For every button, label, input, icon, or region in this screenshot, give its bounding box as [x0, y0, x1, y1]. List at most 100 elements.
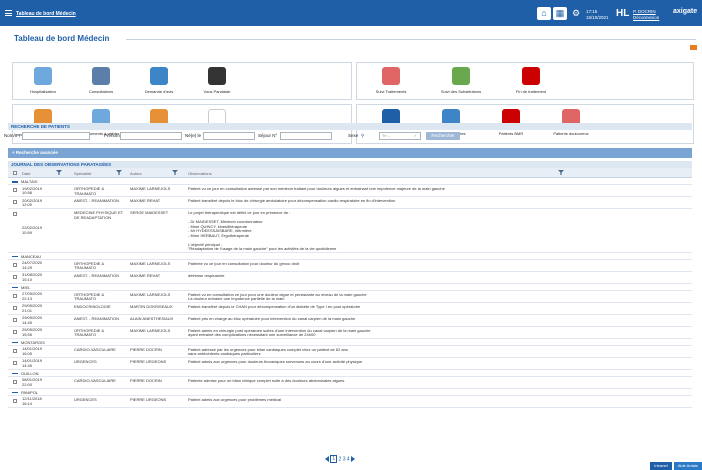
patient-group[interactable]: MIEL: [8, 284, 692, 291]
home-icon[interactable]: ⌂: [537, 7, 551, 20]
filter-observations-icon[interactable]: [558, 170, 564, 175]
collapse-icon[interactable]: [12, 372, 18, 375]
cell-observation: Patient transféré depuis le CHAN pour dé…: [188, 303, 361, 309]
tile-stethoscope[interactable]: Demande d'avis: [134, 67, 184, 94]
cell-observation: détresse respiratoire: [188, 272, 225, 278]
collapse-icon[interactable]: [12, 181, 18, 183]
table-row[interactable]: 31/08/2020 15:10 ANEST. - REANIMATION MAXI…: [8, 272, 692, 284]
sejour-label: Séjour N°: [258, 133, 278, 138]
gender-icon[interactable]: ⚲: [361, 133, 364, 139]
row-checkbox[interactable]: [13, 317, 17, 322]
row-checkbox[interactable]: [13, 200, 17, 204]
calendar-icon[interactable]: ▦: [553, 7, 567, 20]
hospital-bed-icon: [34, 67, 52, 85]
search-button[interactable]: Rechercher: [426, 132, 460, 140]
row-checkbox[interactable]: [13, 305, 17, 310]
cell-specialite: ANEST. - REANIMATION: [74, 315, 120, 321]
col-observations[interactable]: Observations: [188, 171, 212, 176]
patient-group[interactable]: PANIPOL: [8, 389, 692, 396]
sejour-input[interactable]: [280, 132, 332, 140]
tile-end-treatment[interactable]: Fin de traitement: [506, 67, 556, 94]
table-row[interactable]: 29/05/2020 21:01 ENDOCRINOLOGIE MARTIN DOK…: [8, 303, 692, 315]
menu-icon[interactable]: [5, 10, 12, 16]
table-row[interactable]: 19/02/2019 10:58 ORTHOPEDIE & TRAUMATO MAX…: [8, 185, 692, 197]
table-row[interactable]: 14/01/2019 16:05 CARDIO-VASCULAIRE PIERRE …: [8, 346, 692, 358]
tile-substitution[interactable]: Suivi des Substitutions: [436, 67, 486, 94]
page-3[interactable]: 3: [343, 456, 346, 462]
user-link[interactable]: P. DOCRIN Déconnexion: [633, 9, 659, 20]
table-row[interactable]: 29/05/2020 15:55 ORTHOPEDIE & TRAUMATO MAX…: [8, 327, 692, 339]
cell-date: 29/05/2020 21:01: [22, 303, 43, 313]
tile-label: Hospitalisation: [29, 89, 56, 94]
select-all-checkbox[interactable]: [13, 171, 17, 175]
patient-group[interactable]: MALTAXI: [8, 178, 692, 185]
mail-icon[interactable]: [690, 45, 697, 50]
table-row[interactable]: 12/11/2018 16:14 URGENCES PIERRE URGEONS Pa…: [8, 396, 692, 408]
row-checkbox[interactable]: [13, 348, 17, 353]
page-4[interactable]: 4: [347, 456, 350, 462]
row-checkbox[interactable]: [13, 188, 17, 192]
cell-date: 27/05/2020 22:13: [22, 291, 43, 301]
col-specialite[interactable]: Spécialité: [74, 171, 91, 176]
cell-observation: Patient pris en charge au bloc opératoir…: [188, 315, 356, 321]
prenom-label: Prénom: [104, 133, 120, 138]
row-checkbox[interactable]: [13, 212, 17, 216]
filter-specialite-icon[interactable]: [116, 170, 122, 175]
row-checkbox[interactable]: [13, 360, 17, 365]
filter-auteur-icon[interactable]: [172, 170, 178, 175]
row-checkbox[interactable]: [13, 262, 17, 267]
patient-group[interactable]: OUILLON: [8, 370, 692, 377]
collapse-icon[interactable]: [12, 255, 18, 258]
cell-date: 31/08/2020 15:10: [22, 272, 43, 282]
cell-observation: Patient admis en chirurgie post opératoi…: [188, 327, 371, 337]
prev-page-icon[interactable]: [325, 456, 329, 462]
collapse-icon[interactable]: [12, 391, 18, 394]
cell-specialite: MEDECINE PHYSIQUE ET DE READAPTATION: [74, 210, 124, 220]
nom-label: Nom/IPP: [4, 133, 23, 138]
row-checkbox[interactable]: [13, 329, 17, 334]
cell-observation: Patient transféré depuis le bloc de chir…: [188, 198, 396, 203]
nom-input[interactable]: [22, 132, 90, 140]
table-row[interactable]: 22/02/2019 10:59 MEDECINE PHYSIQUE ET DE …: [8, 209, 692, 253]
help-button[interactable]: Aide Ardain: [674, 462, 702, 470]
row-checkbox[interactable]: [13, 293, 17, 298]
group-name: OUILLON: [21, 370, 39, 376]
app-title-link[interactable]: Tableau de bord Médecin: [16, 11, 76, 17]
table-row[interactable]: 27/05/2020 22:13 ORTHOPEDIE & TRAUMATO MAX…: [8, 291, 692, 303]
col-auteur[interactable]: Auteur: [130, 171, 142, 176]
filter-date-icon[interactable]: [56, 170, 62, 175]
table-row[interactable]: 20/02/2019 12:00 ANEST. - REANIMATION MAXI…: [8, 197, 692, 209]
tile-hospital-bed[interactable]: Hospitalisation: [18, 67, 68, 94]
birthdate-input[interactable]: [203, 132, 255, 140]
row-checkbox[interactable]: [13, 274, 17, 279]
collapse-icon[interactable]: [12, 286, 18, 289]
row-checkbox[interactable]: [13, 398, 17, 403]
table-row[interactable]: 14/01/2019 14:45 URGENCES PIERRE URGEONS Pa…: [8, 358, 692, 370]
advanced-search-toggle[interactable]: + Recherche avancée: [8, 148, 692, 158]
sort-select[interactable]: Tri ... ✓: [379, 132, 421, 140]
collapse-icon[interactable]: [12, 341, 18, 344]
settings-icon[interactable]: ⚙: [569, 7, 583, 20]
row-checkbox[interactable]: [13, 379, 17, 384]
table-row[interactable]: 29/05/2020 14:45 ANEST. - REANIMATION ALAI…: [8, 315, 692, 327]
cell-specialite: ORTHOPEDIE & TRAUMATO: [74, 260, 105, 270]
cell-auteur: SERGE MAIDESSET: [130, 210, 169, 215]
page-2[interactable]: 2: [339, 456, 342, 462]
tile-pills[interactable]: Suivi Traitements: [366, 67, 416, 94]
prenom-input[interactable]: [120, 132, 182, 140]
tile-doctor[interactable]: Consultations: [76, 67, 126, 94]
cell-specialite: CARDIO-VASCULAIRE: [74, 346, 116, 352]
table-row[interactable]: 08/01/2019 22:00 CARDIO-VASCULAIRE PIERRE …: [8, 377, 692, 389]
page-1[interactable]: 1: [330, 455, 338, 464]
cell-observation: Patient vu en consultation ce jour pour …: [188, 291, 367, 301]
patient-group[interactable]: MANCEAU: [8, 253, 692, 260]
cell-auteur: MAXIME REHAT: [130, 198, 161, 203]
table-row[interactable]: 24/07/2020 14:29 ORTHOPEDIE & TRAUMATO MAX…: [8, 260, 692, 272]
col-date[interactable]: Date: [22, 171, 30, 176]
intranet-button[interactable]: Intranet: [650, 462, 672, 470]
patient-group[interactable]: MONTARGIS: [8, 339, 692, 346]
next-page-icon[interactable]: [351, 456, 356, 462]
tile-panda[interactable]: Vous Pandalab: [192, 67, 242, 94]
cell-date: 14/01/2019 14:45: [22, 358, 43, 368]
group-name: MIEL: [21, 284, 31, 290]
